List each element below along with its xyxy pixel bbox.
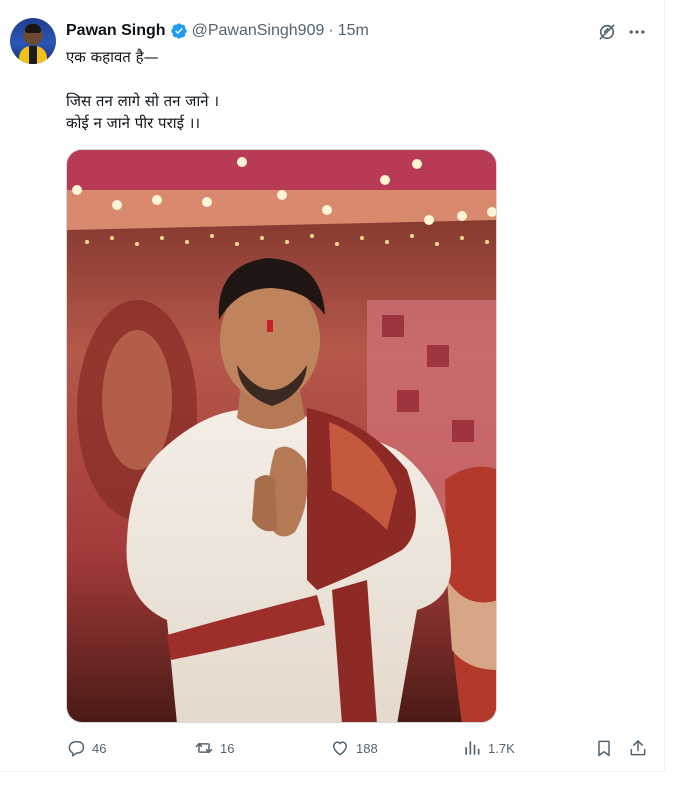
repost-icon <box>195 743 213 753</box>
avatar-shirt <box>19 46 47 64</box>
bookmark-button[interactable] <box>594 736 614 760</box>
tweet-text: एक कहावत है— जिस तन लागे सो तन जाने । को… <box>66 46 636 134</box>
author-handle[interactable]: @PawanSingh909 <box>192 22 325 40</box>
like-button[interactable]: 188 <box>330 736 378 760</box>
verified-badge-icon <box>170 23 187 39</box>
tweet-timestamp[interactable]: 15m <box>338 22 369 40</box>
tweet-line-2: जिस तन लागे सो तन जाने । <box>66 92 220 110</box>
reply-button[interactable]: 46 <box>66 736 106 760</box>
reply-count: 46 <box>92 740 107 756</box>
grok-icon[interactable] <box>597 22 617 42</box>
tweet-line-1: एक कहावत है— <box>66 48 159 66</box>
tweet-photo[interactable] <box>66 149 497 723</box>
bookmark-icon <box>598 740 610 757</box>
reply-icon <box>68 741 85 757</box>
tweet-actions: 46 16 188 1.7K <box>66 736 651 760</box>
views-bar-icon <box>465 741 480 755</box>
tweet-card[interactable]: Pawan Singh @PawanSingh909 · 15m एक कहाव… <box>0 0 665 772</box>
avatar-hair <box>25 24 41 33</box>
header-separator: · <box>328 22 334 39</box>
repost-count: 16 <box>220 740 235 756</box>
photo-illustration <box>67 150 496 722</box>
avatar[interactable] <box>10 18 56 64</box>
tweet-line-3: कोई न जाने पीर पराई ।। <box>66 114 201 132</box>
like-count: 188 <box>356 740 378 756</box>
share-button[interactable] <box>628 736 648 760</box>
views-count: 1.7K <box>488 740 515 756</box>
tweet-header: Pawan Singh @PawanSingh909 · 15m <box>66 20 369 42</box>
more-dots-icon[interactable] <box>627 22 647 42</box>
repost-button[interactable]: 16 <box>194 736 234 760</box>
heart-icon <box>333 741 347 756</box>
author-name[interactable]: Pawan Singh <box>66 22 166 40</box>
share-icon <box>630 740 646 756</box>
views-button[interactable]: 1.7K <box>462 736 515 760</box>
